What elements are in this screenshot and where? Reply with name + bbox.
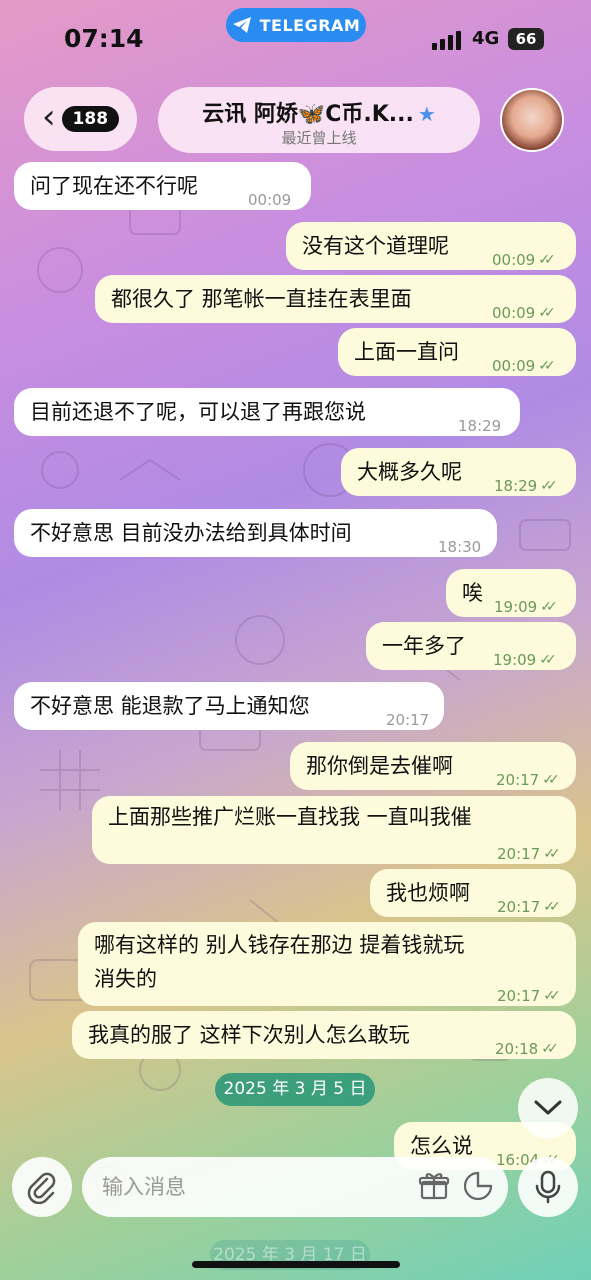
telegram-plane-icon — [232, 17, 251, 33]
read-ticks-icon: ✓✓ — [542, 772, 560, 788]
battery-indicator: 66 — [508, 28, 544, 50]
message-bubble[interactable]: 目前还退不了呢，可以退了再跟您说 18:29 — [14, 388, 520, 436]
message-bubble[interactable]: 上面一直问 00:09 ✓✓ — [338, 328, 576, 376]
chat-title: 云讯 阿娇🦋C币.K... ★ — [158, 96, 480, 128]
last-seen-status: 最近曾上线 — [281, 129, 357, 147]
chat-header[interactable]: 云讯 阿娇🦋C币.K... ★ 最近曾上线 — [158, 87, 480, 153]
message-input-placeholder: 输入消息 — [102, 1175, 186, 1199]
message-bubble[interactable]: 我也烦啊 20:17 ✓✓ — [370, 869, 576, 917]
read-ticks-icon: ✓✓ — [538, 305, 556, 321]
verified-star-icon: ★ — [417, 102, 436, 126]
message-bubble[interactable]: 都很久了 那笔帐一直挂在表里面 00:09 ✓✓ — [95, 275, 576, 323]
message-bubble[interactable]: 唉 19:09 ✓✓ — [446, 569, 576, 617]
chevron-down-icon — [534, 1100, 562, 1115]
message-text: 目前还退不了呢，可以退了再跟您说 — [30, 400, 366, 424]
message-text: 一年多了 — [382, 634, 466, 658]
message-text: 唉 — [462, 581, 483, 605]
message-time: 20:17 ✓✓ — [497, 838, 561, 870]
message-text: 不好意思 能退款了马上通知您 — [30, 694, 310, 718]
back-chevron-icon: ‹ — [41, 97, 56, 137]
message-text-line2: 消失的 — [94, 967, 157, 991]
message-bubble[interactable]: 不好意思 能退款了马上通知您 20:17 — [14, 682, 444, 730]
message-bubble[interactable]: 哪有这样的 别人钱存在那边 提着钱就玩 消失的 20:17 ✓✓ — [78, 922, 576, 1006]
read-ticks-icon: ✓✓ — [539, 652, 557, 668]
message-text: 都很久了 那笔帐一直挂在表里面 — [111, 287, 412, 311]
message-time: 00:09 ✓✓ — [492, 350, 556, 382]
message-bubble[interactable]: 没有这个道理呢 00:09 ✓✓ — [286, 222, 576, 270]
attach-button[interactable] — [12, 1157, 72, 1217]
signal-icon — [432, 31, 461, 50]
microphone-icon — [535, 1170, 561, 1204]
message-text: 哪有这样的 别人钱存在那边 提着钱就玩 — [94, 933, 465, 957]
chat-title-text: 云讯 阿娇🦋C币.K... — [202, 102, 414, 127]
message-time: 20:17 ✓✓ — [497, 891, 561, 923]
message-bubble[interactable]: 不好意思 目前没办法给到具体时间 18:30 — [14, 509, 497, 557]
back-button[interactable]: ‹ 188 — [24, 87, 137, 151]
gift-icon[interactable] — [418, 1170, 450, 1202]
read-ticks-icon: ✓✓ — [543, 846, 561, 862]
message-text: 没有这个道理呢 — [302, 234, 449, 258]
read-ticks-icon: ✓✓ — [538, 252, 556, 268]
status-bar: 07:14 TELEGRAM 4G 66 — [0, 0, 591, 80]
message-time: 19:09 ✓✓ — [494, 591, 558, 623]
message-bubble[interactable]: 我真的服了 这样下次别人怎么敢玩 20:18 ✓✓ — [72, 1011, 576, 1059]
message-text: 我也烦啊 — [386, 881, 470, 905]
avatar[interactable] — [500, 88, 564, 152]
read-ticks-icon: ✓✓ — [541, 1041, 559, 1057]
home-indicator — [192, 1261, 400, 1268]
message-time: 18:30 — [438, 538, 482, 556]
date-separator: 2025 年 3 月 5 日 — [215, 1073, 375, 1106]
message-text: 那你倒是去催啊 — [306, 754, 453, 778]
message-time: 20:18 ✓✓ — [495, 1033, 559, 1065]
scroll-down-button[interactable] — [518, 1078, 578, 1138]
message-time: 20:17 ✓✓ — [497, 980, 561, 1012]
message-time: 00:09 ✓✓ — [492, 297, 556, 329]
message-text: 不好意思 目前没办法给到具体时间 — [30, 521, 352, 545]
message-time: 18:29 ✓✓ — [494, 470, 558, 502]
read-ticks-icon: ✓✓ — [538, 358, 556, 374]
message-time: 20:17 — [386, 711, 430, 729]
telegram-pill-label: TELEGRAM — [259, 15, 361, 35]
message-time: 20:17 ✓✓ — [496, 764, 560, 796]
message-time: 00:09 ✓✓ — [492, 244, 556, 276]
message-text: 问了现在还不行呢 — [30, 174, 198, 198]
voice-record-button[interactable] — [518, 1157, 578, 1217]
unread-count-badge: 188 — [61, 106, 120, 132]
paperclip-icon — [27, 1172, 56, 1204]
message-bubble[interactable]: 上面那些推广烂账一直找我 一直叫我催 20:17 ✓✓ — [92, 796, 576, 864]
read-ticks-icon: ✓✓ — [540, 599, 558, 615]
message-text: 大概多久呢 — [357, 460, 462, 484]
message-text: 上面一直问 — [354, 340, 459, 364]
message-input[interactable]: 输入消息 — [82, 1157, 508, 1217]
message-bubble[interactable]: 大概多久呢 18:29 ✓✓ — [341, 448, 576, 496]
message-time: 00:09 — [248, 191, 292, 209]
read-ticks-icon: ✓✓ — [543, 899, 561, 915]
message-bubble[interactable]: 那你倒是去催啊 20:17 ✓✓ — [290, 742, 576, 790]
message-text: 上面那些推广烂账一直找我 一直叫我催 — [108, 805, 472, 829]
read-ticks-icon: ✓✓ — [543, 988, 561, 1004]
message-bubble[interactable]: 一年多了 19:09 ✓✓ — [366, 622, 576, 670]
telegram-pill[interactable]: TELEGRAM — [226, 8, 366, 42]
message-text: 我真的服了 这样下次别人怎么敢玩 — [88, 1023, 410, 1047]
sticker-icon[interactable] — [462, 1170, 494, 1202]
message-bubble[interactable]: 问了现在还不行呢 00:09 — [14, 162, 311, 210]
message-time: 19:09 ✓✓ — [493, 644, 557, 676]
message-time: 18:29 — [458, 417, 502, 435]
clock: 07:14 — [64, 24, 144, 53]
network-type: 4G — [472, 28, 500, 49]
read-ticks-icon: ✓✓ — [540, 478, 558, 494]
